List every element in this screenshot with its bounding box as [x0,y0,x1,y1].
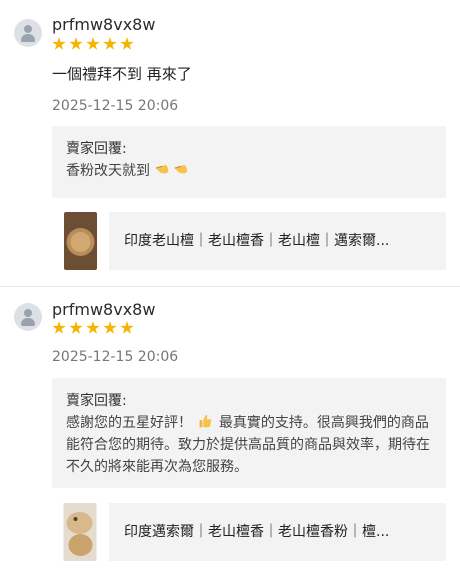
star-icon [86,321,100,334]
product-name[interactable]: 印度邁索爾｜老山檀香｜老山檀香粉｜檀... [124,521,434,541]
star-icon [103,321,117,334]
star-icon [69,37,83,50]
seller-reply: 賣家回覆: 香粉改天就到 [52,126,446,198]
pointing-hand-emoji-icon [175,165,188,174]
seller-reply-title: 賣家回覆: [66,141,127,157]
product-link[interactable]: 印度邁索爾｜老山檀香｜老山檀香粉｜檀... [52,503,446,561]
star-icon [86,37,100,50]
thumbs-up-emoji-icon [200,414,212,428]
star-icon [120,321,134,334]
avatar[interactable] [14,19,42,47]
review-divider [0,286,460,287]
star-icon [120,37,134,50]
pointing-hand-emoji-icon [156,165,169,174]
seller-reply-text: 感謝您的五星好評！ 最真實的支持。很高興我們的商品能符合您的期待。致力於提供高品… [66,412,436,478]
seller-reply: 賣家回覆: 感謝您的五星好評！ 最真實的支持。很高興我們的商品能符合您的期待。致… [52,378,446,488]
star-icon [69,321,83,334]
star-icon [52,321,66,334]
star-rating [52,321,134,335]
review-date: 2025-12-15 20:06 [52,349,179,365]
review-comment: 一個禮拜不到 再來了 [52,65,192,83]
product-thumbnail [64,212,97,270]
review-date: 2025-12-15 20:06 [52,98,179,114]
star-rating [52,37,134,51]
username[interactable]: prfmw8vx8w [52,300,155,319]
seller-reply-text: 香粉改天就到 [66,160,436,182]
product-link[interactable]: 印度老山檀｜老山檀香｜老山檀｜邁索爾... [52,212,446,270]
product-thumbnail [63,503,97,561]
seller-reply-title: 賣家回覆: [66,393,127,409]
star-icon [103,37,117,50]
avatar[interactable] [14,303,42,331]
username[interactable]: prfmw8vx8w [52,15,155,34]
product-name[interactable]: 印度老山檀｜老山檀香｜老山檀｜邁索爾... [124,230,434,250]
star-icon [52,37,66,50]
